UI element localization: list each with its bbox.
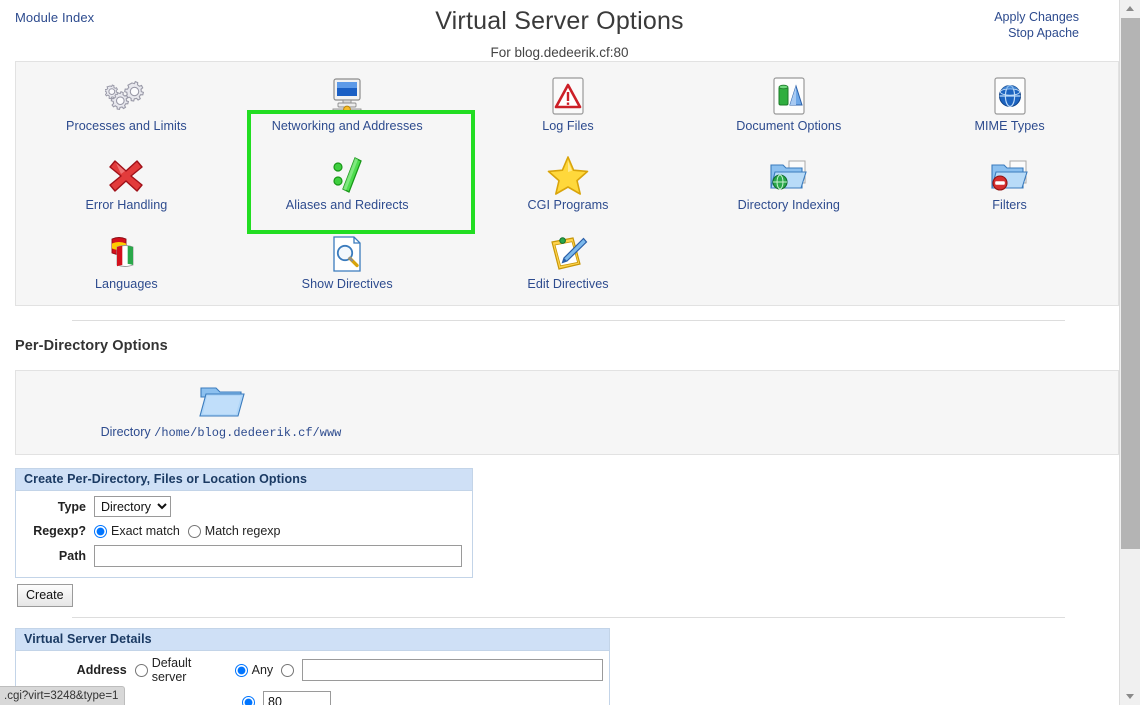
module-icon-label: Aliases and Redirects: [285, 198, 409, 212]
module-icon-networking-and-addresses[interactable]: Networking and Addresses: [237, 62, 458, 141]
create-form-title: Create Per-Directory, Files or Location …: [16, 469, 472, 491]
globe-icon: [988, 76, 1032, 116]
module-icon-edit-directives[interactable]: Edit Directives: [458, 220, 679, 299]
module-icon-label: Edit Directives: [527, 277, 609, 291]
module-icon-label: Error Handling: [85, 198, 168, 212]
address-default-option[interactable]: Default server: [134, 656, 227, 684]
flags-icon: [104, 234, 148, 274]
module-icon-label: CGI Programs: [527, 198, 609, 212]
module-icon-error-handling[interactable]: Error Handling: [16, 141, 237, 220]
chevron-down-icon: [1126, 694, 1134, 699]
module-icon-aliases-and-redirects[interactable]: Aliases and Redirects: [237, 141, 458, 220]
folder-icon: [196, 381, 246, 421]
type-label: Type: [57, 499, 86, 514]
module-icon-panel: Processes and Limits Networking and Addr…: [15, 61, 1119, 306]
module-icon-label: Show Directives: [301, 277, 393, 291]
address-default-radio[interactable]: [134, 663, 148, 677]
port-input[interactable]: [263, 691, 331, 705]
address-any-label: Any: [251, 663, 274, 677]
address-custom-radio[interactable]: [281, 663, 295, 677]
module-icon-directory-indexing[interactable]: Directory Indexing: [678, 141, 899, 220]
regexp-exact-radio[interactable]: [94, 524, 107, 538]
section-divider-2: [72, 617, 1065, 618]
module-icon-cgi-programs[interactable]: CGI Programs: [458, 141, 679, 220]
path-label: Path: [58, 549, 86, 563]
per-directory-options-heading: Per-Directory Options: [15, 338, 168, 354]
stop-apache-link[interactable]: Stop Apache: [994, 25, 1079, 41]
module-icon-label: Document Options: [736, 119, 842, 133]
regexp-match-radio[interactable]: [187, 524, 201, 538]
page-header: Module Index Virtual Server Options Appl…: [0, 0, 1119, 47]
computer-network-icon: [325, 76, 369, 116]
path-input[interactable]: [94, 545, 462, 567]
module-icon-languages[interactable]: Languages: [16, 220, 237, 299]
module-icon-label: Languages: [95, 277, 158, 291]
chevron-up-icon: [1126, 6, 1134, 11]
module-icon-log-files[interactable]: Log Files: [458, 62, 679, 141]
address-default-label: Default server: [151, 656, 192, 684]
regexp-label: Regexp?: [33, 524, 86, 538]
regexp-match-option[interactable]: Match regexp: [187, 524, 281, 538]
red-x-icon: [104, 155, 148, 195]
create-form-body: Type Directory Files Location Regexp? Ex…: [16, 491, 472, 577]
module-icon-label: Processes and Limits: [66, 119, 187, 133]
page-title: Virtual Server Options: [435, 7, 684, 35]
clipboard-pencil-icon: [546, 234, 590, 274]
address-row: Address Default server Any: [22, 656, 603, 684]
status-bar-url: .cgi?virt=3248&type=1: [0, 686, 126, 705]
scrollbar-thumb[interactable]: [1121, 18, 1140, 549]
directory-entry-path: /home/blog.dedeerik.cf/www: [154, 426, 342, 440]
directory-entry-prefix: Directory: [100, 425, 151, 439]
port-radio[interactable]: [242, 695, 255, 705]
module-icon-label: Log Files: [542, 119, 594, 133]
magnifier-page-icon: [325, 234, 369, 274]
gears-icon: [104, 76, 148, 116]
page-subtitle: For blog.dedeerik.cf:80: [490, 45, 629, 60]
regexp-match-label: Match regexp: [204, 524, 281, 538]
module-icon-label: Filters: [992, 198, 1027, 212]
scroll-down-button[interactable]: [1120, 688, 1140, 705]
page-root: Module Index Virtual Server Options Appl…: [0, 0, 1140, 705]
address-any-option[interactable]: Any: [234, 663, 274, 677]
module-icon-mime-types[interactable]: MIME Types: [899, 62, 1120, 141]
directory-entry-link[interactable]: Directory /home/blog.dedeerik.cf/www: [76, 381, 366, 440]
vertical-scrollbar[interactable]: [1119, 0, 1140, 705]
create-button[interactable]: Create: [17, 584, 73, 607]
type-select[interactable]: Directory Files Location: [94, 496, 171, 517]
address-custom-input[interactable]: [302, 659, 603, 681]
module-icon-label: Networking and Addresses: [271, 119, 423, 133]
create-form-path-row: Path: [22, 545, 466, 567]
virtual-server-details-title: Virtual Server Details: [16, 629, 609, 651]
apply-changes-link[interactable]: Apply Changes: [994, 9, 1079, 25]
module-icon-processes-and-limits[interactable]: Processes and Limits: [16, 62, 237, 141]
scroll-up-button[interactable]: [1120, 0, 1140, 17]
per-directory-panel: Directory /home/blog.dedeerik.cf/www: [15, 370, 1119, 455]
regexp-exact-option[interactable]: Exact match: [94, 524, 180, 538]
module-icon-grid: Processes and Limits Networking and Addr…: [16, 62, 1120, 299]
address-any-radio[interactable]: [234, 663, 248, 677]
yellow-star-icon: [546, 155, 590, 195]
regexp-exact-label: Exact match: [111, 524, 180, 538]
directory-entry-caption: Directory /home/blog.dedeerik.cf/www: [101, 425, 342, 440]
module-icon-document-options[interactable]: Document Options: [678, 62, 899, 141]
folder-block-icon: [988, 155, 1032, 195]
address-label: Address: [76, 663, 127, 677]
section-divider-1: [72, 320, 1065, 321]
warning-triangle-icon: [546, 76, 590, 116]
document-chart-icon: [767, 76, 811, 116]
alias-slash-icon: [325, 155, 369, 195]
module-icon-show-directives[interactable]: Show Directives: [237, 220, 458, 299]
status-bar-url-text: .cgi?virt=3248&type=1: [4, 690, 119, 702]
module-icon-filters[interactable]: Filters: [899, 141, 1120, 220]
folder-globe-icon: [767, 155, 811, 195]
header-action-links: Apply Changes Stop Apache: [994, 9, 1079, 41]
module-icon-label: MIME Types: [974, 119, 1045, 133]
module-icon-label: Directory Indexing: [737, 198, 840, 212]
create-per-directory-form: Create Per-Directory, Files or Location …: [15, 468, 473, 578]
create-form-type-row: Type Directory Files Location: [22, 496, 466, 517]
create-form-regexp-row: Regexp? Exact match Match regexp: [22, 524, 466, 538]
